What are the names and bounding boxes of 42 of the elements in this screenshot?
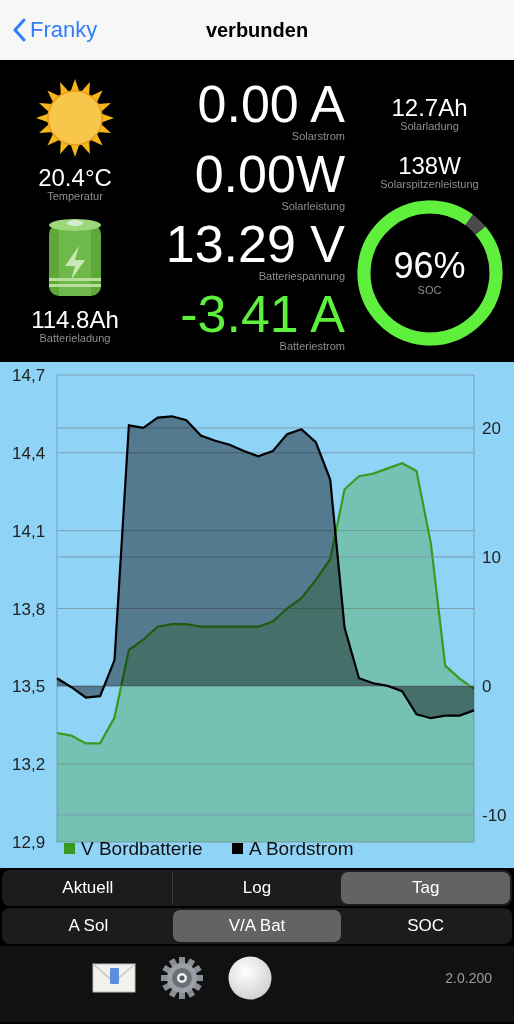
tab[interactable]: SOC — [341, 910, 510, 942]
reading-value: 12.7Ah — [391, 96, 468, 120]
tick-label: 20 — [482, 418, 501, 438]
tab[interactable]: A Sol — [4, 910, 173, 942]
reading-label: Solarladung — [400, 120, 459, 133]
back-button[interactable]: Franky — [0, 16, 104, 44]
reading-label: Batteriespannung — [258, 269, 345, 283]
reading-label: Solarstrom — [291, 130, 345, 143]
temperature-value: 20.4°C — [38, 166, 112, 190]
tab[interactable]: Log — [172, 872, 342, 904]
reading-label: Batteriestrom — [279, 339, 345, 352]
temperature-label: Temperatur — [47, 190, 103, 203]
soc-value: 96% — [393, 248, 466, 285]
reading-value: 138W — [398, 154, 461, 179]
reading-value: 13.29 V — [165, 217, 345, 270]
soc-label: SOC — [417, 284, 442, 297]
battery-charge-label: Batterieladung — [39, 332, 111, 345]
tick-label: -10 — [482, 805, 507, 825]
legend-label: A Bordstrom — [249, 838, 354, 859]
sun-icon — [35, 78, 115, 158]
nav-title: verbunden — [204, 18, 310, 42]
reading-value: 0.00W — [194, 147, 345, 200]
tick-label: 14,1 — [12, 521, 46, 541]
tab[interactable]: V/A Bat — [172, 910, 342, 942]
reading-label: Solarspitzenleistung — [380, 178, 479, 191]
chevron-icon[interactable] — [12, 18, 26, 42]
battery-charge-value: 114.8Ah — [31, 308, 119, 333]
tick-label: 12,9 — [12, 833, 46, 852]
tick-label: 10 — [482, 547, 501, 567]
tick-label: 14,7 — [12, 366, 46, 385]
legend-label: V Bordbatterie — [81, 838, 203, 859]
reading-label: Solarleistung — [281, 199, 345, 213]
tick-label: 0 — [482, 676, 492, 696]
reading-value: -3.41 A — [180, 287, 345, 340]
tick-label: 13,2 — [12, 755, 46, 775]
tab[interactable]: Aktuell — [4, 872, 173, 904]
tab[interactable]: Tag — [341, 872, 510, 904]
tick-label: 14,4 — [12, 443, 46, 463]
version-label: 2.0.200 — [445, 970, 492, 986]
tick-label: 13,8 — [12, 599, 46, 619]
reading-value: 0.00 A — [197, 78, 345, 130]
tick-label: 13,5 — [12, 677, 46, 697]
